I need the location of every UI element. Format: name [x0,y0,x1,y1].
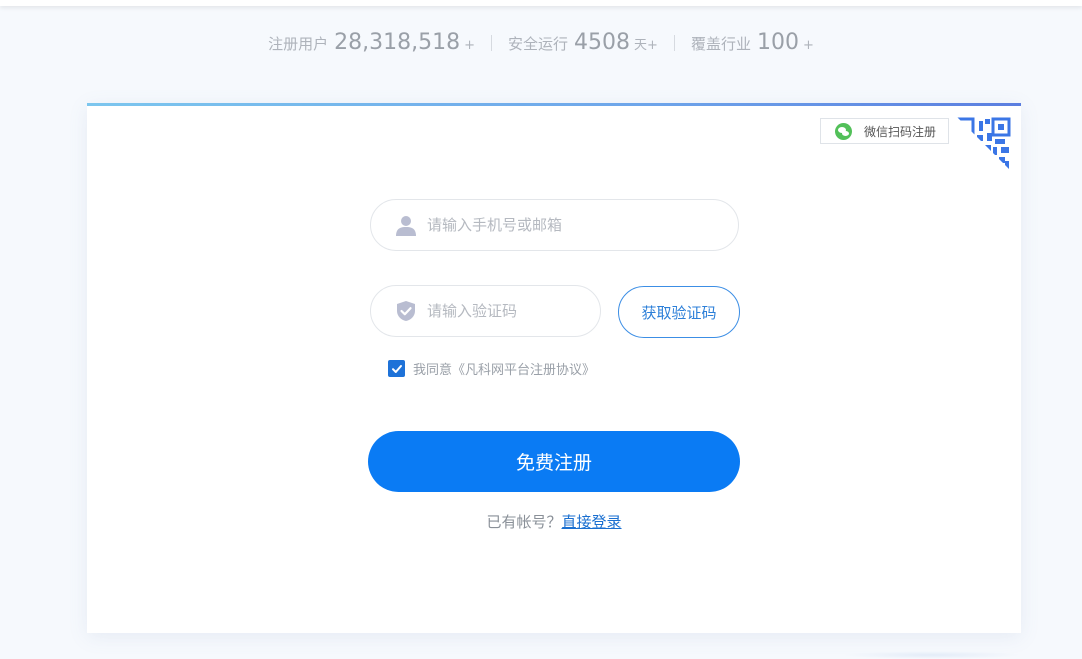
qr-code-corner-icon[interactable] [957,117,1011,171]
agreement-row: 我同意《凡科网平台注册协议》 [388,359,595,378]
wechat-icon [834,122,852,140]
top-bar [0,0,1082,6]
card-accent-line [87,103,1021,106]
wechat-register-label: 微信扫码注册 [863,124,936,139]
checkmark-icon [391,364,402,373]
code-input[interactable] [427,302,621,320]
user-icon [396,216,416,236]
get-code-button[interactable]: 获取验证码 [618,286,740,338]
stat-value: 100 [756,30,799,55]
code-field[interactable] [370,285,621,337]
login-link[interactable]: 直接登录 [562,511,622,532]
account-field[interactable] [370,199,739,251]
stat-label: 覆盖行业 [690,35,751,53]
register-card: 微信扫码注册 请输入手机号或邮箱 请输入验证码 获取验证码 我同意《凡科网平台注… [87,103,1021,633]
stat-label: 注册用户 [268,35,329,53]
stat-unit: + [802,38,814,53]
background-decoration [842,651,1022,659]
stat-unit: 天+ [634,38,658,53]
shield-check-icon [397,301,415,321]
stat-value: 4508 [574,30,631,55]
login-row: 已有帐号？ 直接登录 [87,511,1021,532]
stat-safe-days: 安全运行 4508 天+ [492,30,674,55]
wechat-register-tab[interactable]: 微信扫码注册 [819,118,949,144]
login-prompt: 已有帐号？ [486,513,562,531]
stats-bar: 注册用户 28,318,518 + 安全运行 4508 天+ 覆盖行业 100 … [0,30,1082,55]
account-input[interactable] [427,216,627,234]
stat-value: 28,318,518 [334,30,461,55]
stat-unit: + [464,38,476,53]
stat-industries: 覆盖行业 100 + [675,30,830,55]
register-button[interactable]: 免费注册 [368,431,740,492]
agreement-text[interactable]: 我同意《凡科网平台注册协议》 [413,359,595,378]
agreement-checkbox[interactable] [388,360,405,377]
stat-label: 安全运行 [508,35,569,53]
stat-registered-users: 注册用户 28,318,518 + [252,30,491,55]
